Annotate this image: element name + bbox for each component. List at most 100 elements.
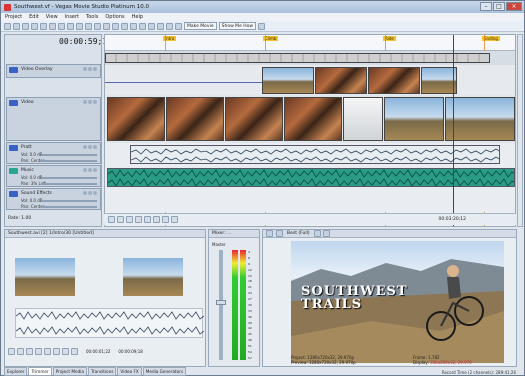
timeline[interactable]: Intro Climb Ride Ending (104, 34, 516, 227)
video-clip[interactable] (445, 97, 515, 141)
show-me-how-button[interactable]: Show Me How (218, 22, 257, 30)
opacity-envelope[interactable] (105, 82, 262, 83)
stop-icon[interactable] (35, 348, 42, 355)
stop-icon[interactable] (153, 216, 160, 223)
time-ruler[interactable]: Intro Climb Ride Ending (105, 35, 515, 51)
snap-icon[interactable] (148, 22, 155, 30)
track-header-sound-effects[interactable]: Sound Effects Vol: 0.0 dB Pan: Center (6, 188, 101, 210)
menu-options[interactable]: Options (105, 14, 124, 20)
go-to-start-icon[interactable] (162, 216, 169, 223)
solo-icon[interactable] (88, 100, 92, 104)
solo-icon[interactable] (93, 145, 97, 149)
paste-icon[interactable] (67, 22, 74, 30)
menu-project[interactable]: Project (5, 14, 22, 20)
volume-slider[interactable] (41, 200, 97, 202)
video-clip[interactable] (368, 67, 420, 94)
save-icon[interactable] (22, 22, 29, 30)
menu-help[interactable]: Help (132, 14, 143, 20)
volume-slider[interactable] (41, 177, 97, 179)
video-clip[interactable] (315, 67, 367, 94)
render-icon[interactable] (31, 22, 38, 30)
mark-out-icon[interactable] (71, 348, 78, 355)
solo-icon[interactable] (93, 168, 97, 172)
next-frame-icon[interactable] (53, 348, 60, 355)
preview-split-icon[interactable] (276, 230, 283, 237)
menu-view[interactable]: View (46, 14, 58, 20)
properties-icon[interactable] (40, 22, 47, 30)
play-icon[interactable] (135, 216, 142, 223)
envelope-tool-icon[interactable] (112, 22, 119, 30)
video-clip[interactable] (262, 67, 314, 94)
play-from-start-icon[interactable] (126, 216, 133, 223)
mute-icon[interactable] (88, 168, 92, 172)
pan-slider[interactable] (41, 183, 97, 185)
solo-icon[interactable] (93, 191, 97, 195)
menu-insert[interactable]: Insert (65, 14, 79, 20)
open-icon[interactable] (13, 22, 20, 30)
go-to-end-icon[interactable] (171, 216, 178, 223)
split-icon[interactable] (130, 22, 137, 30)
pause-icon[interactable] (144, 216, 151, 223)
maximize-button[interactable]: □ (493, 2, 505, 11)
preview-properties-icon[interactable] (266, 230, 273, 237)
preview-quality[interactable]: Best (Full) (287, 231, 310, 236)
pause-icon[interactable] (26, 348, 33, 355)
mute-icon[interactable] (83, 100, 87, 104)
record-icon[interactable] (83, 191, 87, 195)
trimmer-thumbnail[interactable] (123, 258, 183, 296)
playhead-cursor[interactable] (453, 35, 454, 226)
copy-icon[interactable] (58, 22, 65, 30)
previous-frame-icon[interactable] (44, 348, 51, 355)
auto-ripple-icon[interactable] (157, 22, 164, 30)
record-icon[interactable] (83, 145, 87, 149)
undo-icon[interactable] (85, 22, 92, 30)
mute-icon[interactable] (83, 67, 87, 71)
track-header-video[interactable]: Video (6, 97, 101, 141)
mute-icon[interactable] (88, 145, 92, 149)
delete-icon[interactable] (76, 22, 83, 30)
title-clip[interactable] (105, 53, 490, 63)
pan-slider[interactable] (41, 206, 97, 208)
preview-frame[interactable]: SOUTHWEST TRAILS (291, 241, 504, 363)
loop-icon[interactable] (117, 216, 124, 223)
video-clip[interactable] (107, 97, 165, 141)
play-icon[interactable] (17, 348, 24, 355)
master-fader-handle[interactable] (216, 300, 226, 305)
track-header-pratt[interactable]: Pratt Vol: 0.0 dB Pan: Center (6, 142, 101, 164)
loop-icon[interactable] (8, 348, 15, 355)
cut-icon[interactable] (49, 22, 56, 30)
volume-slider[interactable] (41, 154, 97, 156)
video-clip[interactable] (421, 67, 457, 94)
minimize-button[interactable]: – (480, 2, 492, 11)
menu-edit[interactable]: Edit (29, 14, 39, 20)
video-clip[interactable] (225, 97, 283, 141)
video-clip[interactable] (284, 97, 342, 141)
selection-tool-icon[interactable] (121, 22, 128, 30)
lock-icon[interactable] (166, 22, 173, 30)
crossfade-icon[interactable] (175, 22, 182, 30)
audio-clip[interactable] (130, 145, 500, 164)
help-icon[interactable] (258, 22, 266, 30)
fx-icon[interactable] (93, 67, 97, 71)
snapshot-icon[interactable] (322, 230, 330, 237)
trimmer-thumbnail[interactable] (15, 258, 75, 296)
record-icon[interactable] (108, 216, 115, 223)
track-header-video-overlay[interactable]: Video Overlay (6, 64, 101, 78)
pan-slider[interactable] (41, 160, 97, 162)
trimmer-waveform[interactable] (15, 308, 205, 338)
video-clip[interactable] (166, 97, 224, 141)
menu-tools[interactable]: Tools (86, 14, 98, 20)
trim-icon[interactable] (139, 22, 146, 30)
video-clip[interactable] (384, 97, 444, 141)
transition-clip[interactable] (343, 97, 383, 141)
overlays-icon[interactable] (313, 230, 321, 237)
solo-icon[interactable] (88, 67, 92, 71)
mark-in-icon[interactable] (62, 348, 69, 355)
new-project-icon[interactable] (4, 22, 11, 30)
make-movie-button[interactable]: Make Movie (184, 22, 217, 30)
normal-edit-tool-icon[interactable] (103, 22, 110, 30)
redo-icon[interactable] (94, 22, 101, 30)
mute-icon[interactable] (88, 191, 92, 195)
record-icon[interactable] (83, 168, 87, 172)
track-header-music[interactable]: Music Vol: 0.0 dB Pan: 3% Left (6, 165, 101, 187)
